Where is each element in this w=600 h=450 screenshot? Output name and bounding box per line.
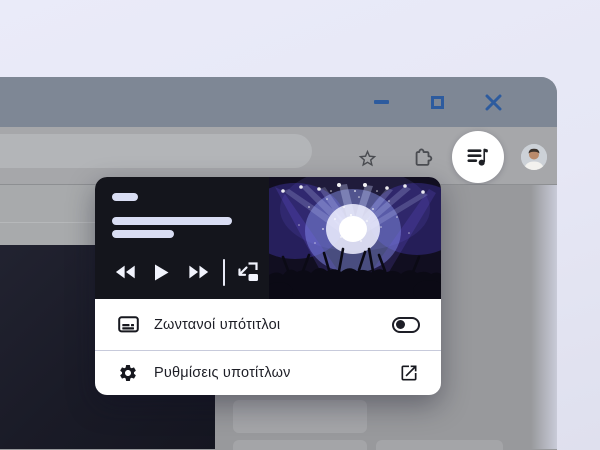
page-placeholder-block bbox=[376, 440, 503, 450]
close-button[interactable] bbox=[484, 93, 502, 111]
play-icon bbox=[154, 264, 169, 281]
scrollbar-area[interactable] bbox=[531, 185, 557, 449]
media-controls-popup: Ζωντανοί υπότιτλοι Ρυθμίσεις υποτίτλων bbox=[95, 177, 441, 395]
minimize-icon bbox=[374, 100, 389, 104]
avatar-image bbox=[521, 144, 547, 170]
live-captions-icon bbox=[117, 314, 139, 336]
caption-settings-label: Ρυθμίσεις υποτίτλων bbox=[154, 365, 383, 381]
concert-artwork-image bbox=[269, 177, 441, 299]
media-player-card bbox=[95, 177, 441, 299]
extensions-button[interactable] bbox=[411, 146, 435, 170]
previous-track-button[interactable] bbox=[115, 264, 137, 280]
external-link-button[interactable] bbox=[398, 362, 420, 384]
close-icon bbox=[485, 94, 502, 111]
media-artwork bbox=[269, 177, 441, 299]
live-captions-toggle[interactable] bbox=[392, 317, 420, 333]
page-placeholder-block bbox=[233, 440, 367, 450]
page-placeholder-block bbox=[233, 400, 367, 433]
play-button[interactable] bbox=[154, 264, 169, 281]
picture-in-picture-icon bbox=[236, 262, 260, 282]
playback-controls bbox=[115, 257, 260, 287]
previous-track-icon bbox=[115, 264, 137, 280]
bookmark-star-icon bbox=[357, 148, 378, 169]
picture-in-picture-button[interactable] bbox=[236, 262, 260, 282]
maximize-button[interactable] bbox=[428, 93, 446, 111]
live-captions-row[interactable]: Ζωντανοί υπότιτλοι bbox=[95, 299, 441, 350]
address-bar[interactable] bbox=[0, 134, 312, 168]
caption-settings-row[interactable]: Ρυθμίσεις υποτίτλων bbox=[95, 351, 441, 395]
extensions-puzzle-icon bbox=[412, 147, 434, 169]
live-captions-label: Ζωντανοί υπότιτλοι bbox=[154, 317, 377, 333]
minimize-button[interactable] bbox=[372, 93, 390, 111]
settings-gear-icon bbox=[117, 362, 139, 384]
external-link-icon bbox=[399, 363, 419, 383]
profile-avatar[interactable] bbox=[521, 144, 547, 170]
media-controls-icon bbox=[465, 144, 491, 170]
window-controls bbox=[372, 77, 502, 127]
controls-separator bbox=[223, 259, 225, 286]
window-titlebar bbox=[0, 77, 557, 127]
next-track-button[interactable] bbox=[188, 264, 210, 280]
maximize-icon bbox=[431, 96, 444, 109]
media-info-panel bbox=[95, 177, 269, 299]
media-title-placeholder bbox=[112, 217, 232, 225]
media-artist-placeholder bbox=[112, 230, 174, 238]
media-controls-button[interactable] bbox=[452, 131, 504, 183]
media-source-placeholder bbox=[112, 193, 138, 201]
bookmark-button[interactable] bbox=[355, 146, 379, 170]
next-track-icon bbox=[188, 264, 210, 280]
toggle-knob bbox=[396, 320, 405, 329]
desktop-background: Ζωντανοί υπότιτλοι Ρυθμίσεις υποτίτλων bbox=[0, 0, 600, 450]
